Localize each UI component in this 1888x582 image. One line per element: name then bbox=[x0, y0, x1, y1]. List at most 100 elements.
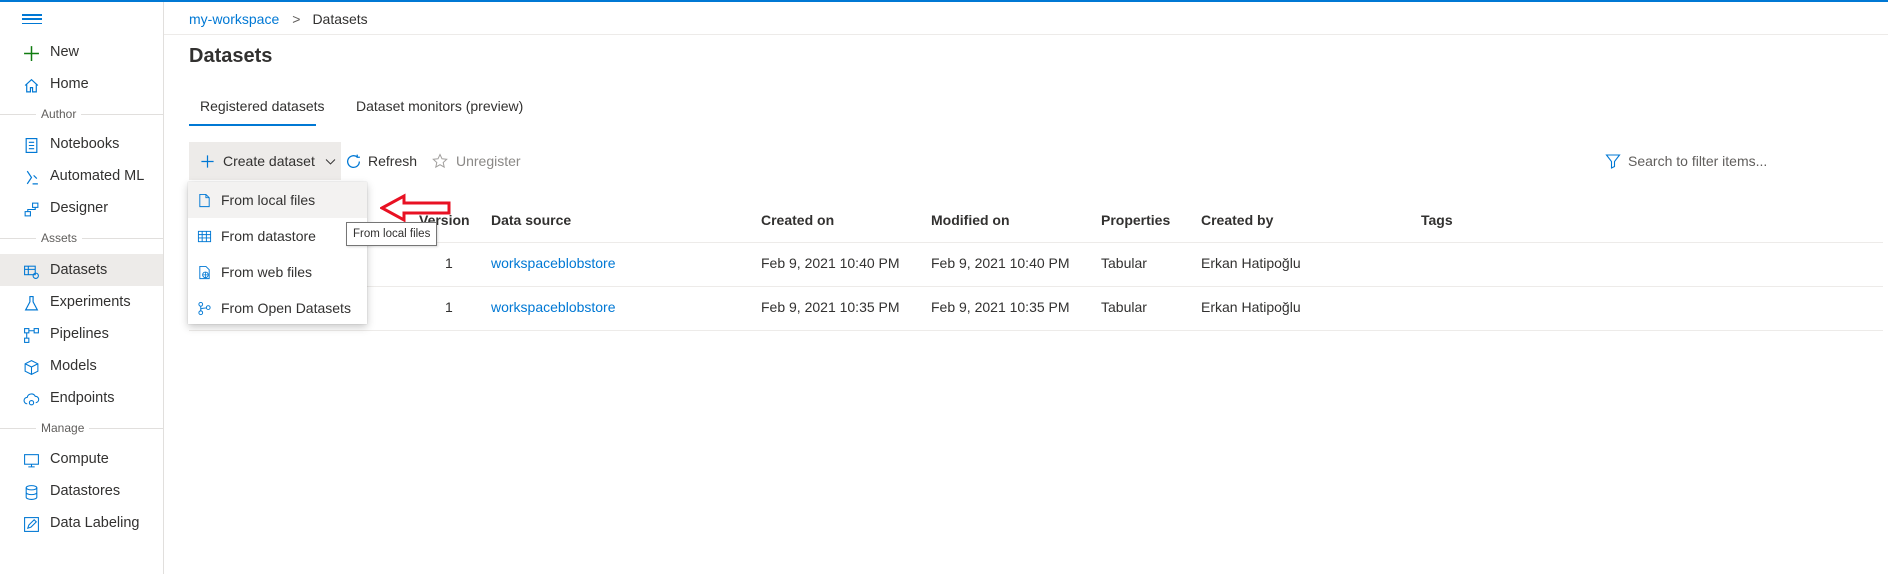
menu-item-label: From datastore bbox=[221, 228, 316, 244]
sidebar-item-pipelines[interactable]: Pipelines bbox=[0, 318, 163, 350]
sidebar-item-label: Models bbox=[50, 358, 97, 374]
sidebar-item-label: Endpoints bbox=[50, 390, 115, 406]
sidebar-item-experiments[interactable]: Experiments bbox=[0, 286, 163, 318]
nav-home-label: Home bbox=[50, 76, 89, 92]
sidebar-item-datasets[interactable]: Datasets bbox=[0, 254, 163, 286]
left-navigation: New Home Author Notebooks Automated ML D… bbox=[0, 2, 164, 574]
section-author: Author bbox=[0, 107, 163, 121]
sidebar-item-label: Compute bbox=[50, 451, 109, 467]
edit-tag-icon bbox=[22, 515, 40, 533]
section-assets: Assets bbox=[0, 231, 163, 245]
red-annotation-arrow-icon bbox=[380, 193, 451, 223]
nav-new-label: New bbox=[50, 44, 80, 60]
notebook-icon bbox=[22, 136, 40, 154]
flask-icon bbox=[22, 294, 40, 312]
nav-home[interactable]: Home bbox=[0, 68, 163, 100]
unregister-label: Unregister bbox=[456, 153, 521, 169]
file-icon bbox=[196, 192, 212, 208]
create-dataset-menu: From local files From datastore From web… bbox=[188, 182, 367, 324]
designer-icon bbox=[22, 200, 40, 218]
menu-item-label: From local files bbox=[221, 192, 316, 208]
table-row[interactable]: 1 workspaceblobstore Feb 9, 2021 10:40 P… bbox=[189, 243, 1883, 287]
dataset-icon bbox=[22, 262, 40, 280]
monitor-icon bbox=[22, 451, 40, 469]
nav-new-button[interactable]: New bbox=[0, 36, 163, 68]
sidebar-item-data-labeling[interactable]: Data Labeling bbox=[0, 507, 163, 539]
sidebar-item-label: Experiments bbox=[50, 294, 131, 310]
sidebar-item-compute[interactable]: Compute bbox=[0, 443, 163, 475]
sidebar-item-designer[interactable]: Designer bbox=[0, 192, 163, 224]
cell-created-by: Erkan Hatipoğlu bbox=[1201, 255, 1301, 271]
sidebar-item-notebooks[interactable]: Notebooks bbox=[0, 128, 163, 160]
menu-item-label: From Open Datasets bbox=[221, 300, 351, 316]
menu-item-from-local-files[interactable]: From local files bbox=[188, 182, 367, 218]
create-dataset-button[interactable]: Create dataset bbox=[189, 142, 341, 180]
column-header-created-on[interactable]: Created on bbox=[761, 212, 834, 228]
refresh-button[interactable]: Refresh bbox=[344, 142, 417, 180]
cell-created-on: Feb 9, 2021 10:40 PM bbox=[761, 255, 900, 271]
cell-properties: Tabular bbox=[1101, 255, 1147, 271]
star-icon bbox=[431, 152, 449, 170]
breadcrumb: my-workspace > Datasets bbox=[189, 10, 368, 28]
menu-item-from-open-datasets[interactable]: From Open Datasets bbox=[188, 290, 367, 326]
sidebar-item-endpoints[interactable]: Endpoints bbox=[0, 382, 163, 414]
breadcrumb-divider bbox=[164, 34, 1888, 35]
cell-properties: Tabular bbox=[1101, 299, 1147, 315]
tab-dataset-monitors[interactable]: Dataset monitors (preview) bbox=[356, 90, 546, 126]
sidebar-item-label: Designer bbox=[50, 200, 109, 216]
tab-registered-datasets[interactable]: Registered datasets bbox=[189, 90, 325, 126]
cube-icon bbox=[22, 358, 40, 376]
sidebar-item-automated-ml[interactable]: Automated ML bbox=[0, 160, 163, 192]
tab-label: Dataset monitors (preview) bbox=[356, 98, 524, 114]
database-icon bbox=[22, 483, 40, 501]
sidebar-item-label: Automated ML bbox=[50, 168, 145, 184]
create-dataset-label: Create dataset bbox=[223, 153, 315, 169]
search-placeholder: Search to filter items... bbox=[1628, 153, 1768, 169]
unregister-button[interactable]: Unregister bbox=[431, 142, 521, 180]
page-title: Datasets bbox=[189, 45, 273, 67]
cell-version: 1 bbox=[445, 255, 453, 271]
tooltip: From local files bbox=[346, 222, 438, 246]
breadcrumb-separator: > bbox=[292, 11, 301, 27]
filter-icon bbox=[1605, 153, 1621, 169]
cell-version: 1 bbox=[445, 299, 453, 315]
cell-created-by: Erkan Hatipoğlu bbox=[1201, 299, 1301, 315]
menu-item-from-web-files[interactable]: From web files bbox=[188, 254, 367, 290]
sidebar-item-datastores[interactable]: Datastores bbox=[0, 475, 163, 507]
search-input[interactable]: Search to filter items... bbox=[1605, 150, 1767, 172]
cell-data-source-link[interactable]: workspaceblobstore bbox=[491, 255, 616, 271]
tab-active-underline bbox=[189, 124, 316, 126]
sidebar-item-models[interactable]: Models bbox=[0, 350, 163, 382]
cell-modified-on: Feb 9, 2021 10:40 PM bbox=[931, 255, 1070, 271]
cell-data-source-link[interactable]: workspaceblobstore bbox=[491, 299, 616, 315]
breadcrumb-workspace-link[interactable]: my-workspace bbox=[189, 11, 279, 27]
table-row[interactable]: 1 workspaceblobstore Feb 9, 2021 10:35 P… bbox=[189, 287, 1883, 331]
sidebar-item-label: Pipelines bbox=[50, 326, 109, 342]
cell-created-on: Feb 9, 2021 10:35 PM bbox=[761, 299, 900, 315]
breadcrumb-current: Datasets bbox=[312, 11, 368, 27]
sidebar-item-label: Datastores bbox=[50, 483, 121, 499]
main-content: my-workspace > Datasets Datasets Registe… bbox=[164, 2, 1888, 574]
column-header-modified-on[interactable]: Modified on bbox=[931, 212, 1010, 228]
refresh-label: Refresh bbox=[368, 153, 418, 169]
cloud-endpoint-icon bbox=[22, 390, 40, 408]
plus-icon bbox=[198, 152, 216, 170]
hamburger-menu-icon[interactable] bbox=[22, 11, 42, 27]
web-file-icon bbox=[196, 264, 212, 280]
column-header-data-source[interactable]: Data source bbox=[491, 212, 571, 228]
section-manage: Manage bbox=[0, 421, 163, 435]
menu-item-from-datastore[interactable]: From datastore bbox=[188, 218, 367, 254]
column-header-tags[interactable]: Tags bbox=[1421, 212, 1453, 228]
home-icon bbox=[22, 76, 40, 94]
chevron-down-icon bbox=[322, 152, 340, 170]
automl-icon bbox=[22, 168, 40, 186]
column-header-properties[interactable]: Properties bbox=[1101, 212, 1170, 228]
pipeline-icon bbox=[22, 326, 40, 344]
sidebar-item-label: Datasets bbox=[50, 262, 108, 278]
sidebar-item-label: Data Labeling bbox=[50, 515, 140, 531]
column-header-created-by[interactable]: Created by bbox=[1201, 212, 1273, 228]
plus-icon bbox=[22, 44, 40, 62]
menu-item-label: From web files bbox=[221, 264, 313, 280]
cell-modified-on: Feb 9, 2021 10:35 PM bbox=[931, 299, 1070, 315]
sidebar-item-label: Notebooks bbox=[50, 136, 120, 152]
